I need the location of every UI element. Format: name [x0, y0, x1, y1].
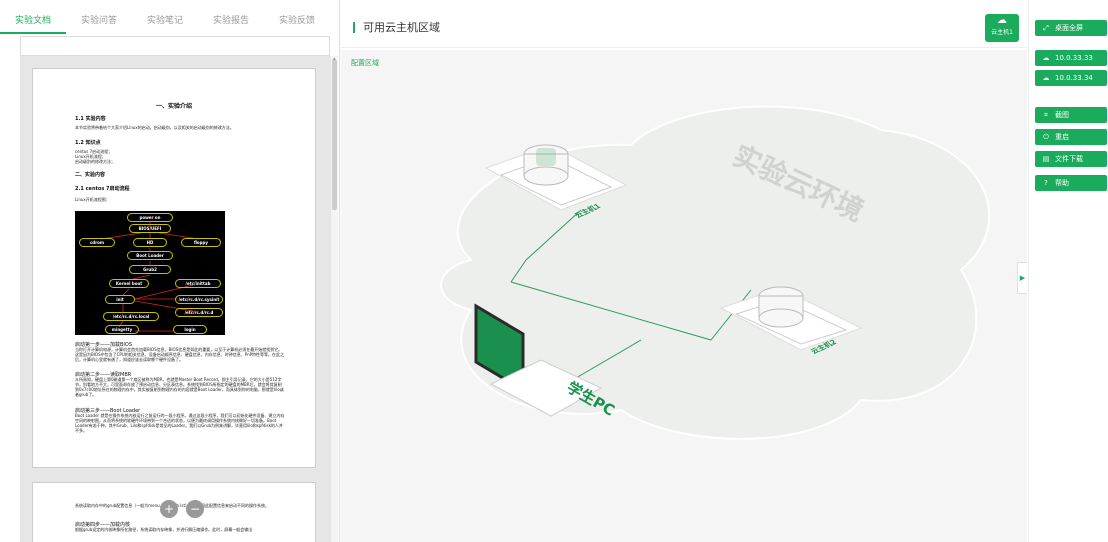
doc-title: 一、实验介绍 — [155, 103, 192, 110]
boot-node: floppy — [181, 238, 221, 247]
boot-node: BIOS/UEFI — [129, 224, 171, 233]
doc-paragraph: 系统读取内存中的grub配置信息（一般为menu.lst或grub.lst），并… — [75, 503, 285, 508]
doc-paragraph: 当你打开计算机电源，计算机会首先加载BIOS信息，BIOS信息是如此的重要，以至… — [75, 347, 285, 362]
doc-tabs: 实验文档 实验问答 实验笔记 实验报告 实验反馈 — [0, 8, 340, 34]
host-ip-button[interactable]: ☁ 10.0.33.34 — [1035, 70, 1107, 86]
doc-paragraph: 根据grub设定的内核映像所在路径，系统读取内存映像，并进行解压缩操作。此时，屏… — [75, 527, 253, 532]
cloud-host-button[interactable]: ☁ 云主机1 — [985, 14, 1019, 42]
center-header: 可用云主机区域 ☁ 云主机1 — [341, 8, 1027, 48]
boot-node: mingetty — [105, 325, 139, 334]
page-title: 可用云主机区域 — [353, 22, 440, 33]
boot-node: Grub2 — [129, 265, 171, 274]
cloud-host-area: 可用云主机区域 ☁ 云主机1 配置区域 实验云环境 云主机1 云主机2 学生PC… — [341, 8, 1027, 542]
doc-heading: 2.1 centos 7启动流程 — [75, 186, 130, 192]
zoom-in-button[interactable]: + — [160, 500, 178, 518]
tab-lab-qa[interactable]: 实验问答 — [66, 8, 132, 34]
cloud-host-label: 云主机1 — [991, 29, 1013, 36]
doc-paragraph: 众所周知，硬盘上第0磁道第一个扇区被称为MBR，也就是Master Boot R… — [75, 377, 284, 397]
restart-button[interactable]: ⏻ 重启 — [1035, 129, 1107, 145]
document-panel: 实验文档 实验问答 实验笔记 实验报告 实验反馈 一、实验介绍 1.1 实验内容… — [0, 0, 340, 542]
cloud-server-icon: ☁ — [997, 15, 1007, 26]
screenshot-button[interactable]: ⌗ 截图 — [1035, 107, 1107, 123]
right-toolbar: ⤢ 桌面全屏 ☁ 10.0.33.33 ☁ 10.0.33.34 ⌗ 截图 ⏻ 重启 ▤ 文… — [1028, 0, 1108, 542]
power-icon: ⏻ — [1043, 133, 1049, 141]
doc-heading: 1.1 实验内容 — [75, 116, 106, 122]
boot-node: /etc/rc.d/rc.local — [103, 312, 159, 321]
cloud-server-icon: ☁ — [1042, 74, 1050, 82]
doc-viewer[interactable]: 一、实验介绍 1.1 实验内容 本节实验将带着给个大家介绍Linux的启动，启动… — [20, 56, 330, 542]
doc-paragraph: Linux开机流程图： — [75, 197, 110, 202]
fullscreen-icon: ⤢ — [1043, 24, 1049, 32]
tab-lab-doc[interactable]: 实验文档 — [0, 8, 66, 34]
doc-page: 一、实验介绍 1.1 实验内容 本节实验将带着给个大家介绍Linux的启动，启动… — [32, 68, 316, 468]
boot-node: init — [105, 295, 135, 304]
file-download-button[interactable]: ▤ 文件下载 — [1035, 151, 1107, 167]
tab-lab-feedback[interactable]: 实验反馈 — [264, 8, 330, 34]
file-icon: ▤ — [1042, 155, 1050, 163]
doc-paragraph: Boot Loader 就是在操作系统内核运行之前运行的一段小程序。通过这段小程… — [75, 413, 285, 433]
doc-toolbar — [20, 36, 330, 56]
topology-stage: 配置区域 实验云环境 云主机1 云主机2 学生PC ▶ — [341, 50, 1027, 542]
boot-node: Kernel boot — [109, 279, 149, 288]
boot-node: HD — [133, 238, 167, 247]
cloud-server-icon: ☁ — [1042, 54, 1050, 62]
doc-heading: 1.2 知识点 — [75, 140, 101, 146]
boot-node: power on — [127, 213, 173, 222]
crop-icon: ⌗ — [1044, 111, 1048, 119]
doc-paragraph: 启动级别的修改方法； — [75, 159, 115, 164]
expand-panel-handle[interactable]: ▶ — [1017, 262, 1027, 294]
tab-lab-report[interactable]: 实验报告 — [198, 8, 264, 34]
boot-node: Boot Loader — [127, 251, 173, 260]
scroll-thumb[interactable] — [332, 60, 337, 210]
topology-diagram — [440, 105, 991, 440]
fullscreen-button[interactable]: ⤢ 桌面全屏 — [1035, 20, 1107, 36]
boot-node: login — [173, 325, 207, 334]
help-button[interactable]: ? 帮助 — [1035, 175, 1107, 191]
doc-paragraph: 本节实验将带着给个大家介绍Linux的启动，启动级别，以及相关的启动级别的修改方… — [75, 125, 234, 130]
doc-scrollbar[interactable]: ▲ — [330, 56, 338, 542]
boot-flow-diagram: power on BIOS/UEFI cdrom HD floppy Boot … — [75, 211, 225, 335]
boot-node: cdrom — [79, 238, 115, 247]
host-ip-button[interactable]: ☁ 10.0.33.33 — [1035, 50, 1107, 66]
boot-node: /etc/rc.d/rc.d — [175, 308, 223, 317]
zoom-out-button[interactable]: − — [186, 500, 204, 518]
tab-lab-notes[interactable]: 实验笔记 — [132, 8, 198, 34]
boot-node: /etc/rc.d/rc.sysinit — [175, 295, 223, 304]
boot-node: /etc/inittab — [175, 279, 221, 288]
help-icon: ? — [1044, 179, 1048, 187]
doc-heading: 二、实验内容 — [75, 172, 106, 178]
